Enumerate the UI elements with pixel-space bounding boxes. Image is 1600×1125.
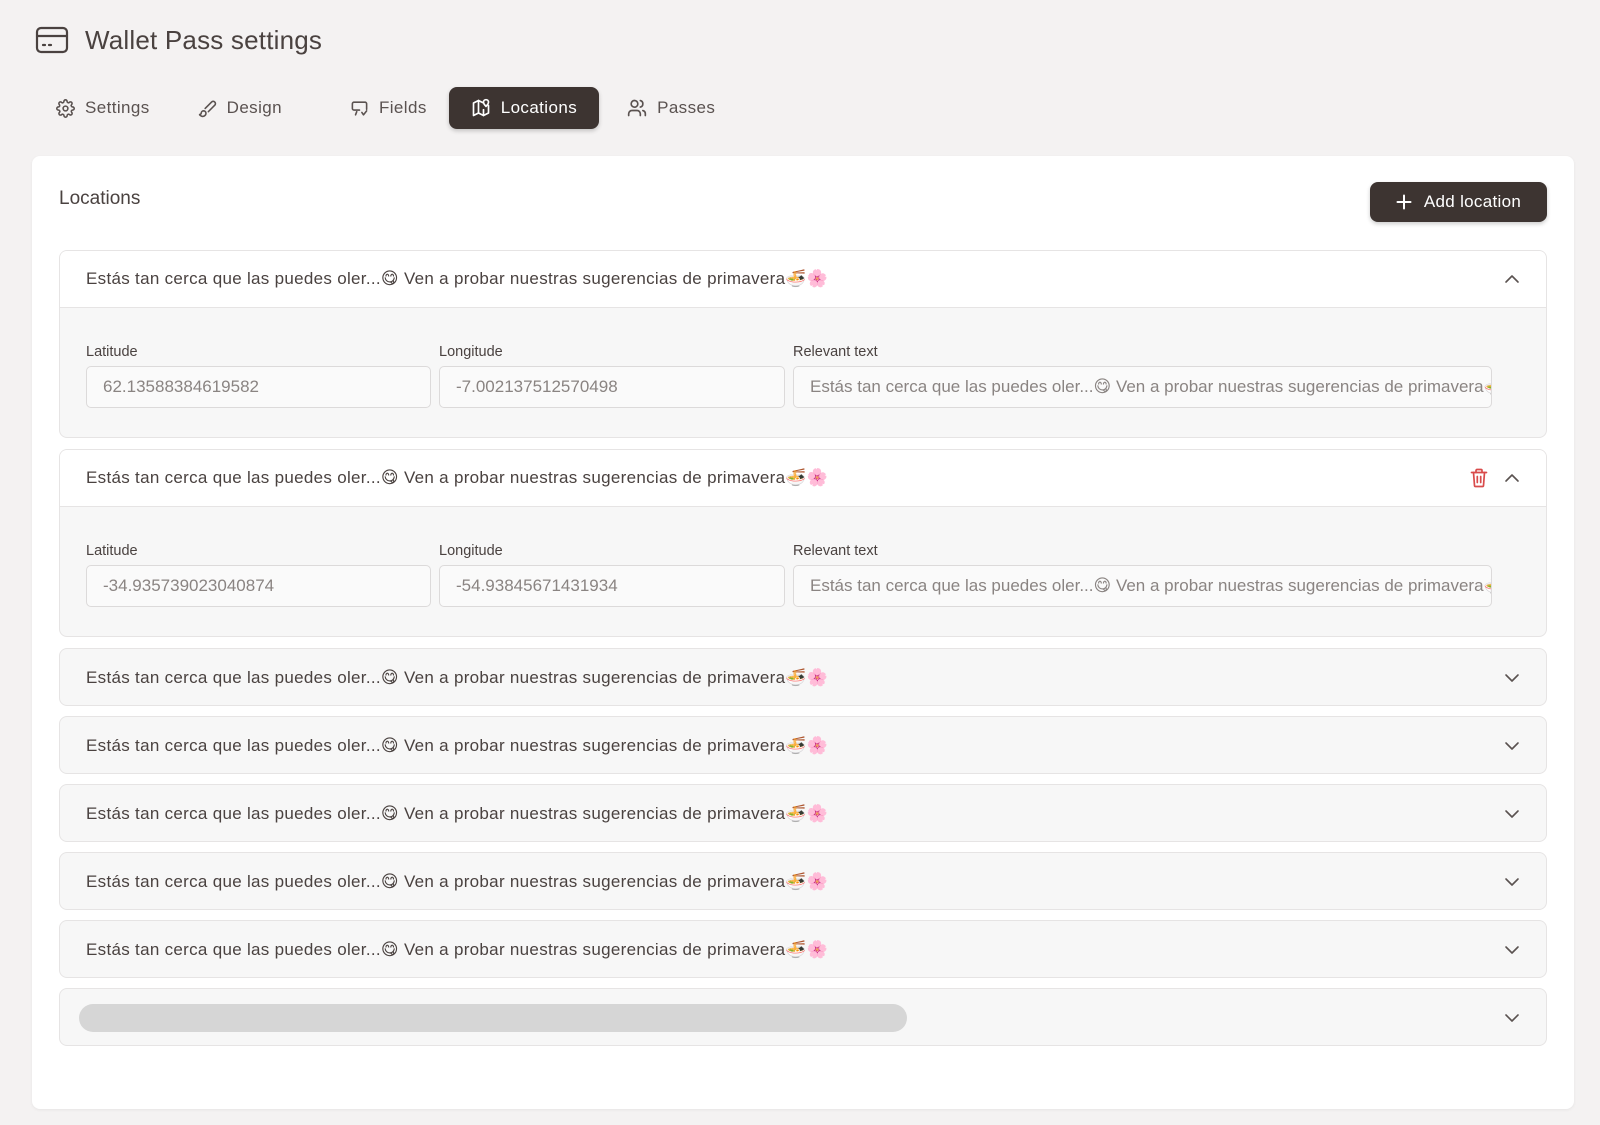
page-title: Wallet Pass settings bbox=[85, 24, 323, 55]
tab-bar: Settings Design Fields Locations Passes bbox=[46, 87, 725, 129]
tab-label: Settings bbox=[85, 98, 150, 117]
chevron-up-icon[interactable] bbox=[1504, 470, 1520, 486]
tab-label: Passes bbox=[657, 98, 716, 117]
fields-icon bbox=[351, 100, 368, 116]
location-header[interactable]: Estás tan cerca que las puedes oler...😋 … bbox=[60, 853, 1546, 909]
gear-icon bbox=[56, 98, 75, 118]
loading-skeleton bbox=[79, 1003, 907, 1032]
latitude-label: Latitude bbox=[86, 543, 138, 559]
location-title: Estás tan cerca que las puedes oler...😋 … bbox=[86, 871, 829, 891]
brush-icon bbox=[198, 100, 216, 117]
tab-label: Locations bbox=[500, 98, 578, 117]
location-body: Latitude -34.935739023040874 Longitude -… bbox=[60, 507, 1546, 636]
trash-icon[interactable] bbox=[1470, 468, 1488, 488]
location-body: Latitude 62.13588384619582 Longitude -7.… bbox=[60, 308, 1546, 437]
relevant-text-field: Relevant text Estás tan cerca que las pu… bbox=[793, 543, 1492, 607]
location-item[interactable]: Estás tan cerca que las puedes oler...😋 … bbox=[59, 716, 1547, 774]
location-title: Estás tan cerca que las puedes oler...😋 … bbox=[86, 468, 829, 487]
tab-passes[interactable]: Passes bbox=[617, 87, 725, 129]
location-item: Estás tan cerca que las puedes oler...😋 … bbox=[59, 449, 1547, 637]
chevron-down-icon[interactable] bbox=[1504, 942, 1520, 958]
users-icon bbox=[627, 99, 647, 117]
relevant-text-label: Relevant text bbox=[793, 543, 878, 559]
chevron-down-icon[interactable] bbox=[1504, 806, 1520, 822]
latitude-input[interactable]: 62.13588384619582 bbox=[86, 366, 431, 408]
longitude-field: Longitude -54.93845671431934 bbox=[439, 543, 785, 607]
location-title: Estás tan cerca que las puedes oler...😋 … bbox=[86, 269, 829, 288]
location-title: Estás tan cerca que las puedes oler...😋 … bbox=[86, 667, 829, 687]
longitude-field: Longitude -7.002137512570498 bbox=[439, 344, 785, 408]
relevant-text-input[interactable]: Estás tan cerca que las puedes oler...😋 … bbox=[793, 565, 1492, 607]
longitude-input[interactable]: -7.002137512570498 bbox=[439, 366, 785, 408]
section-title: Locations bbox=[59, 188, 141, 209]
location-header[interactable]: Estás tan cerca que las puedes oler...😋 … bbox=[60, 717, 1546, 773]
longitude-label: Longitude bbox=[439, 344, 503, 360]
add-location-button[interactable]: Add location bbox=[1370, 182, 1547, 222]
plus-icon bbox=[1396, 194, 1412, 210]
add-location-label: Add location bbox=[1423, 192, 1522, 211]
location-item[interactable]: Estás tan cerca que las puedes oler...😋 … bbox=[59, 852, 1547, 910]
chevron-down-icon[interactable] bbox=[1504, 874, 1520, 890]
chevron-down-icon[interactable] bbox=[1504, 670, 1520, 686]
location-item: Estás tan cerca que las puedes oler...😋 … bbox=[59, 250, 1547, 438]
chevron-down-icon[interactable] bbox=[1504, 1010, 1520, 1026]
relevant-text-field: Relevant text Estás tan cerca que las pu… bbox=[793, 344, 1492, 408]
location-header[interactable]: Estás tan cerca que las puedes oler...😋 … bbox=[60, 450, 1546, 507]
latitude-field: Latitude -34.935739023040874 bbox=[86, 543, 431, 607]
chevron-down-icon[interactable] bbox=[1504, 738, 1520, 754]
location-header[interactable]: Estás tan cerca que las puedes oler...😋 … bbox=[60, 649, 1546, 705]
tab-label: Design bbox=[226, 98, 282, 117]
tab-label: Fields bbox=[378, 98, 427, 117]
chevron-up-icon[interactable] bbox=[1504, 271, 1520, 287]
longitude-input[interactable]: -54.93845671431934 bbox=[439, 565, 785, 607]
page-header: Wallet Pass settings bbox=[34, 20, 322, 60]
tab-locations[interactable]: Locations bbox=[448, 87, 600, 129]
map-icon bbox=[472, 98, 490, 117]
location-item[interactable]: Estás tan cerca que las puedes oler...😋 … bbox=[59, 784, 1547, 842]
location-title: Estás tan cerca que las puedes oler...😋 … bbox=[86, 735, 829, 755]
location-title: Estás tan cerca que las puedes oler...😋 … bbox=[86, 803, 829, 823]
location-title: Estás tan cerca que las puedes oler...😋 … bbox=[86, 939, 829, 959]
relevant-text-label: Relevant text bbox=[793, 344, 878, 360]
longitude-label: Longitude bbox=[439, 543, 503, 559]
location-header[interactable] bbox=[60, 989, 1546, 1045]
latitude-field: Latitude 62.13588384619582 bbox=[86, 344, 431, 408]
location-header[interactable]: Estás tan cerca que las puedes oler...😋 … bbox=[60, 785, 1546, 841]
latitude-label: Latitude bbox=[86, 344, 138, 360]
location-item[interactable]: Estás tan cerca que las puedes oler...😋 … bbox=[59, 648, 1547, 706]
tab-fields[interactable]: Fields bbox=[340, 87, 437, 129]
location-item[interactable]: Estás tan cerca que las puedes oler...😋 … bbox=[59, 920, 1547, 978]
card-icon bbox=[34, 25, 70, 55]
tab-design[interactable]: Design bbox=[188, 87, 292, 129]
relevant-text-input[interactable]: Estás tan cerca que las puedes oler...😋 … bbox=[793, 366, 1492, 408]
locations-card: Locations Add location Estás tan cerca q… bbox=[32, 156, 1574, 1109]
location-header[interactable]: Estás tan cerca que las puedes oler...😋 … bbox=[60, 921, 1546, 977]
location-header[interactable]: Estás tan cerca que las puedes oler...😋 … bbox=[60, 251, 1546, 308]
location-item-loading[interactable] bbox=[59, 988, 1547, 1046]
latitude-input[interactable]: -34.935739023040874 bbox=[86, 565, 431, 607]
tab-settings[interactable]: Settings bbox=[46, 87, 160, 129]
